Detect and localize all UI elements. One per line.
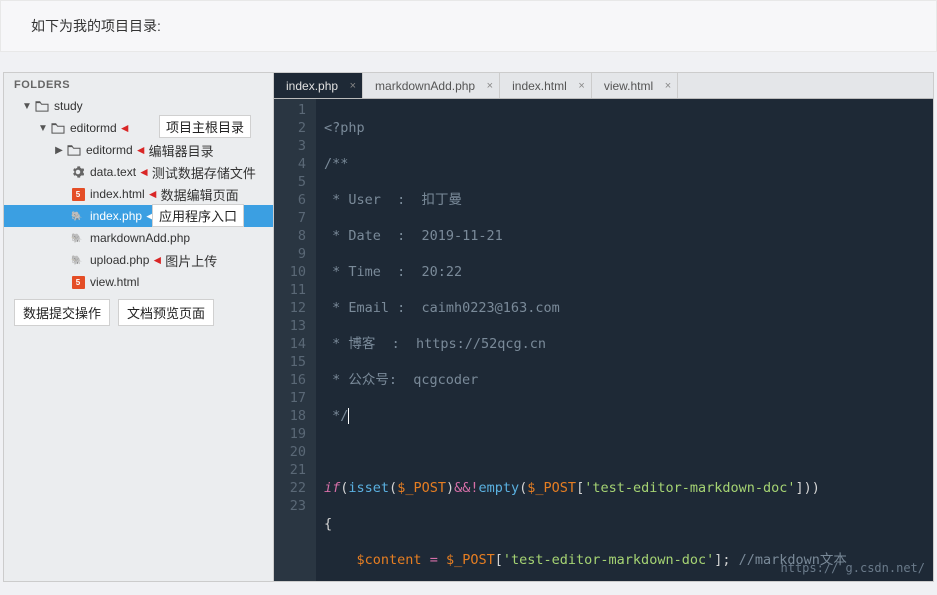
tree-label: markdownAdd.php <box>90 231 190 245</box>
chevron-down-icon: ▼ <box>38 123 48 134</box>
tree-file-view-html[interactable]: 5 view.html <box>4 271 273 293</box>
annotation-inline: 数据编辑页面 <box>161 185 239 204</box>
php-icon: 🐘 <box>70 208 86 224</box>
code-token: $_POST <box>446 552 495 568</box>
arrow-icon: ◄ <box>151 253 163 267</box>
tree-file-markdown-add[interactable]: 🐘 markdownAdd.php <box>4 227 273 249</box>
sidebar: FOLDERS ▼ study ▼ editormd ◄ 项目主根目录 ▶ <box>4 73 274 581</box>
code-token: 'test-editor-markdown-doc' <box>584 480 795 496</box>
code-token: * Date : 2019-11-21 <box>324 228 503 244</box>
close-icon[interactable]: × <box>578 80 584 92</box>
arrow-icon: ◄ <box>147 187 159 201</box>
code-token: empty <box>479 480 520 496</box>
code-token: <?php <box>324 120 365 136</box>
code-token: isset <box>348 480 389 496</box>
code-token: * Time : 20:22 <box>324 264 462 280</box>
folder-icon <box>34 98 50 114</box>
code-editor[interactable]: 1234567891011121314151617181920212223 <?… <box>274 99 933 581</box>
annotation-inline: 图片上传 <box>165 251 217 270</box>
php-icon: 🐘 <box>70 252 86 268</box>
tree-folder-editormd-inner[interactable]: ▶ editormd ◄ 编辑器目录 <box>4 139 273 161</box>
tree-file-data-text[interactable]: data.text ◄ 测试数据存储文件 <box>4 161 273 183</box>
cursor <box>348 408 349 424</box>
annotation-preview: 文档预览页面 <box>118 299 214 326</box>
gear-icon <box>70 164 86 180</box>
php-icon: 🐘 <box>70 230 86 246</box>
annotation-submit: 数据提交操作 <box>14 299 110 326</box>
tree-file-index-php[interactable]: 🐘 index.php ◄ 应用程序入口 <box>4 205 273 227</box>
html5-icon: 5 <box>70 274 86 290</box>
tab-label: index.php <box>286 79 338 93</box>
close-icon[interactable]: × <box>665 80 671 92</box>
tree-label: index.html <box>90 187 145 201</box>
sidebar-title: FOLDERS <box>4 73 273 95</box>
tree-file-index-html[interactable]: 5 index.html ◄ 数据编辑页面 <box>4 183 273 205</box>
header-text: 如下为我的项目目录: <box>31 18 161 34</box>
code-token: * Email : caimh0223@163.com <box>324 300 560 316</box>
close-icon[interactable]: × <box>487 80 493 92</box>
tree-folder-editormd[interactable]: ▼ editormd ◄ 项目主根目录 <box>4 117 273 139</box>
annotation-label: 项目主根目录 <box>159 115 251 138</box>
watermark: https:// g.csdn.net/ <box>781 559 926 577</box>
tree-folder-study[interactable]: ▼ study <box>4 95 273 117</box>
tab-label: index.html <box>512 79 567 93</box>
tab-label: view.html <box>604 79 653 93</box>
code-token: */ <box>324 408 348 424</box>
arrow-icon: ◄ <box>138 165 150 179</box>
tab-index-php[interactable]: index.php × <box>274 73 363 98</box>
close-icon[interactable]: × <box>350 80 356 92</box>
arrow-icon: ◄ <box>119 121 131 135</box>
main-container: FOLDERS ▼ study ▼ editormd ◄ 项目主根目录 ▶ <box>3 72 934 582</box>
tree-label: view.html <box>90 275 139 289</box>
arrow-icon: ◄ <box>135 143 147 157</box>
code-token: 'test-editor-markdown-doc' <box>503 552 714 568</box>
tree-label: index.php <box>90 209 142 223</box>
tab-view-html[interactable]: view.html × <box>592 73 678 98</box>
tree-label: upload.php <box>90 253 149 267</box>
annotation-label: 应用程序入口 <box>152 204 244 227</box>
editor-pane: index.php × markdownAdd.php × index.html… <box>274 73 933 581</box>
chevron-down-icon: ▼ <box>22 101 32 112</box>
tree-label: data.text <box>90 165 136 179</box>
code-token: * 博客 : https://52qcg.cn <box>324 336 546 352</box>
tab-markdown-add[interactable]: markdownAdd.php × <box>363 73 500 98</box>
code-token: $_POST <box>397 480 446 496</box>
file-tree: ▼ study ▼ editormd ◄ 项目主根目录 ▶ <box>4 95 273 293</box>
code-content: <?php /** * User : 扣丁曼 * Date : 2019-11-… <box>316 99 933 581</box>
code-token: $content <box>357 552 422 568</box>
code-token: /** <box>324 156 348 172</box>
annotation-inline: 测试数据存储文件 <box>152 163 256 182</box>
annotation-inline: 编辑器目录 <box>149 141 214 160</box>
bottom-annotations: 数据提交操作 文档预览页面 <box>4 293 273 332</box>
code-token: if <box>324 480 340 496</box>
code-token: $_POST <box>527 480 576 496</box>
html5-icon: 5 <box>70 186 86 202</box>
tab-index-html[interactable]: index.html × <box>500 73 592 98</box>
tree-label: editormd <box>70 121 117 135</box>
header-note: 如下为我的项目目录: <box>0 0 937 52</box>
code-token: * User : 扣丁曼 <box>324 192 462 208</box>
chevron-right-icon: ▶ <box>54 145 64 156</box>
code-token: * 公众号: qcgcoder <box>324 372 478 388</box>
tree-label: study <box>54 99 83 113</box>
tab-label: markdownAdd.php <box>375 79 475 93</box>
folder-icon <box>50 120 66 136</box>
tree-label: editormd <box>86 143 133 157</box>
tree-file-upload-php[interactable]: 🐘 upload.php ◄ 图片上传 <box>4 249 273 271</box>
tab-bar: index.php × markdownAdd.php × index.html… <box>274 73 933 99</box>
folder-icon <box>66 142 82 158</box>
line-gutter: 1234567891011121314151617181920212223 <box>274 99 316 581</box>
